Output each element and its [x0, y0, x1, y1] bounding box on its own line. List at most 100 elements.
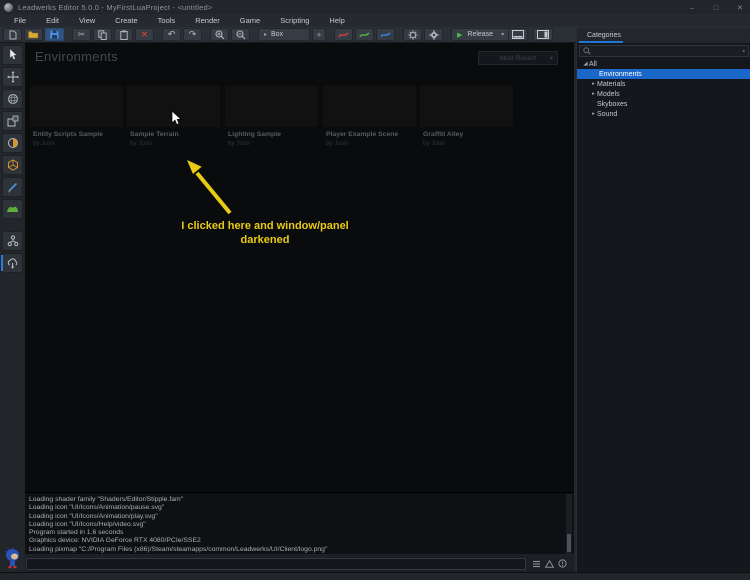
copy-button[interactable]	[93, 28, 112, 41]
delete-button[interactable]: ✕	[135, 28, 154, 41]
tool-green-button[interactable]	[355, 28, 374, 41]
tool-red-button[interactable]	[334, 28, 353, 41]
menu-scripting[interactable]: Scripting	[270, 16, 319, 25]
hierarchy-tool-button[interactable]	[2, 231, 23, 251]
menu-tools[interactable]: Tools	[148, 16, 186, 25]
console-scrollbar[interactable]	[566, 494, 572, 554]
asset-author: by Josh	[225, 140, 318, 147]
console-line: Loading pixmap "C:/Program Files (x86)/S…	[29, 546, 327, 554]
menu-view[interactable]: View	[69, 16, 105, 25]
menu-render[interactable]: Render	[185, 16, 230, 25]
build-config-dropdown[interactable]: ▶ Release ▾	[451, 28, 515, 41]
categories-search-box: ▴	[579, 45, 749, 57]
tree-item-label: Sound	[597, 111, 617, 118]
redo-button[interactable]: ↷	[183, 28, 202, 41]
tree-item-materials[interactable]: ▸ Materials	[577, 79, 750, 89]
app-window: Leadwerks Editor 5.0.0 - MyFirstLuaProje…	[0, 0, 750, 580]
tree-item-sound[interactable]: ▸ Sound	[577, 109, 750, 119]
new-file-icon	[8, 30, 18, 40]
downloads-tool-button[interactable]	[2, 253, 23, 273]
redo-icon: ↷	[189, 30, 197, 40]
scale-icon	[7, 115, 19, 127]
add-button[interactable]: +	[312, 28, 326, 41]
save-button[interactable]	[45, 28, 64, 41]
asset-thumbnail	[30, 86, 123, 127]
user-avatar[interactable]	[4, 547, 21, 569]
asset-card-player-example[interactable]: Player Example Scene by Josh	[323, 86, 416, 156]
collapsed-icon[interactable]: ▸	[590, 81, 597, 87]
cut-button[interactable]: ✂	[72, 28, 91, 41]
menu-create[interactable]: Create	[105, 16, 148, 25]
paintbrush-icon	[7, 181, 19, 193]
menu-game[interactable]: Game	[230, 16, 270, 25]
toggle-side-panel-button[interactable]	[533, 28, 553, 41]
window-title: Leadwerks Editor 5.0.0 - MyFirstLuaProje…	[18, 3, 212, 12]
asset-title: Player Example Scene	[323, 131, 416, 138]
toggle-bottom-panel-button[interactable]	[508, 28, 528, 41]
scroll-up-icon[interactable]: ▴	[742, 48, 745, 54]
tree-item-skyboxes[interactable]: Skyboxes	[577, 99, 750, 109]
green-curve-icon	[359, 31, 370, 39]
menu-bar: File Edit View Create Tools Render Game …	[0, 14, 750, 27]
sort-chevron-down-icon: ▾	[550, 55, 553, 62]
asset-author: by Josh	[420, 140, 513, 147]
console-command-input[interactable]	[26, 558, 526, 570]
zoom-out-button[interactable]	[231, 28, 250, 41]
window-controls: – □ ✕	[686, 0, 746, 14]
vertex-tool-button[interactable]	[2, 155, 23, 175]
log-messages-filter-icon[interactable]	[532, 560, 541, 568]
move-tool-button[interactable]	[2, 67, 23, 87]
select-tool-button[interactable]	[2, 45, 23, 65]
settings-button[interactable]	[403, 28, 422, 41]
tree-item-label: Skyboxes	[597, 101, 627, 108]
rotate-tool-button[interactable]	[2, 89, 23, 109]
undo-button[interactable]: ↶	[162, 28, 181, 41]
categories-search-input[interactable]	[594, 48, 742, 55]
menu-edit[interactable]: Edit	[36, 16, 69, 25]
errors-filter-icon[interactable]	[558, 559, 567, 568]
maximize-button[interactable]: □	[710, 3, 722, 12]
sort-dropdown[interactable]: Most Recent ▾	[478, 51, 558, 65]
paste-button[interactable]	[114, 28, 133, 41]
zoom-out-icon	[236, 30, 246, 40]
primitive-dropdown[interactable]: ▸ Box	[258, 28, 310, 41]
scale-tool-button[interactable]	[2, 111, 23, 131]
minimize-button[interactable]: –	[686, 3, 698, 12]
open-button[interactable]	[24, 28, 43, 41]
new-project-button[interactable]	[3, 28, 22, 41]
annotation-line1: I clicked here and window/panel	[115, 219, 415, 233]
asset-card-sample-terrain[interactable]: Sample Terrain by Josh	[127, 86, 220, 156]
cloud-download-icon	[6, 258, 19, 269]
tree-item-models[interactable]: ▸ Models	[577, 89, 750, 99]
menu-file[interactable]: File	[4, 16, 36, 25]
collapsed-icon[interactable]: ▸	[590, 91, 597, 97]
asset-card-entity-scripts[interactable]: Entity Scripts Sample by Josh	[30, 86, 123, 156]
console-scrollbar-thumb[interactable]	[567, 534, 571, 552]
expanded-icon[interactable]: ◢	[582, 61, 589, 67]
asset-thumbnail	[127, 86, 220, 127]
tab-categories-label: Categories	[587, 32, 621, 39]
layout-bottom-icon	[512, 30, 524, 39]
zoom-in-icon	[215, 30, 225, 40]
asset-card-graffiti-alley[interactable]: Graffiti Alley by Josh	[420, 86, 513, 156]
terrain-tool-button[interactable]	[2, 199, 23, 219]
close-button[interactable]: ✕	[734, 3, 746, 12]
tree-item-all[interactable]: ◢ All	[577, 59, 750, 69]
tool-blue-button[interactable]	[376, 28, 395, 41]
warnings-filter-icon[interactable]	[545, 560, 554, 568]
tree-item-label: Environments	[599, 71, 642, 78]
paint-tool-button[interactable]	[2, 177, 23, 197]
face-tool-button[interactable]	[2, 133, 23, 153]
tree-item-environments[interactable]: Environments	[577, 69, 750, 79]
options-button[interactable]	[424, 28, 443, 41]
asset-browser-panel: Environments Most Recent ▾ Entity Script…	[25, 43, 574, 492]
node-graph-icon	[7, 235, 19, 247]
menu-help[interactable]: Help	[319, 16, 354, 25]
tree-item-label: Materials	[597, 81, 625, 88]
copy-icon	[98, 30, 107, 40]
build-config-label: Release	[467, 31, 493, 38]
asset-card-lighting-sample[interactable]: Lighting Sample by Josh	[225, 86, 318, 156]
zoom-in-button[interactable]	[210, 28, 229, 41]
annotation-text: I clicked here and window/panel darkened	[115, 219, 415, 247]
collapsed-icon[interactable]: ▸	[590, 111, 597, 117]
